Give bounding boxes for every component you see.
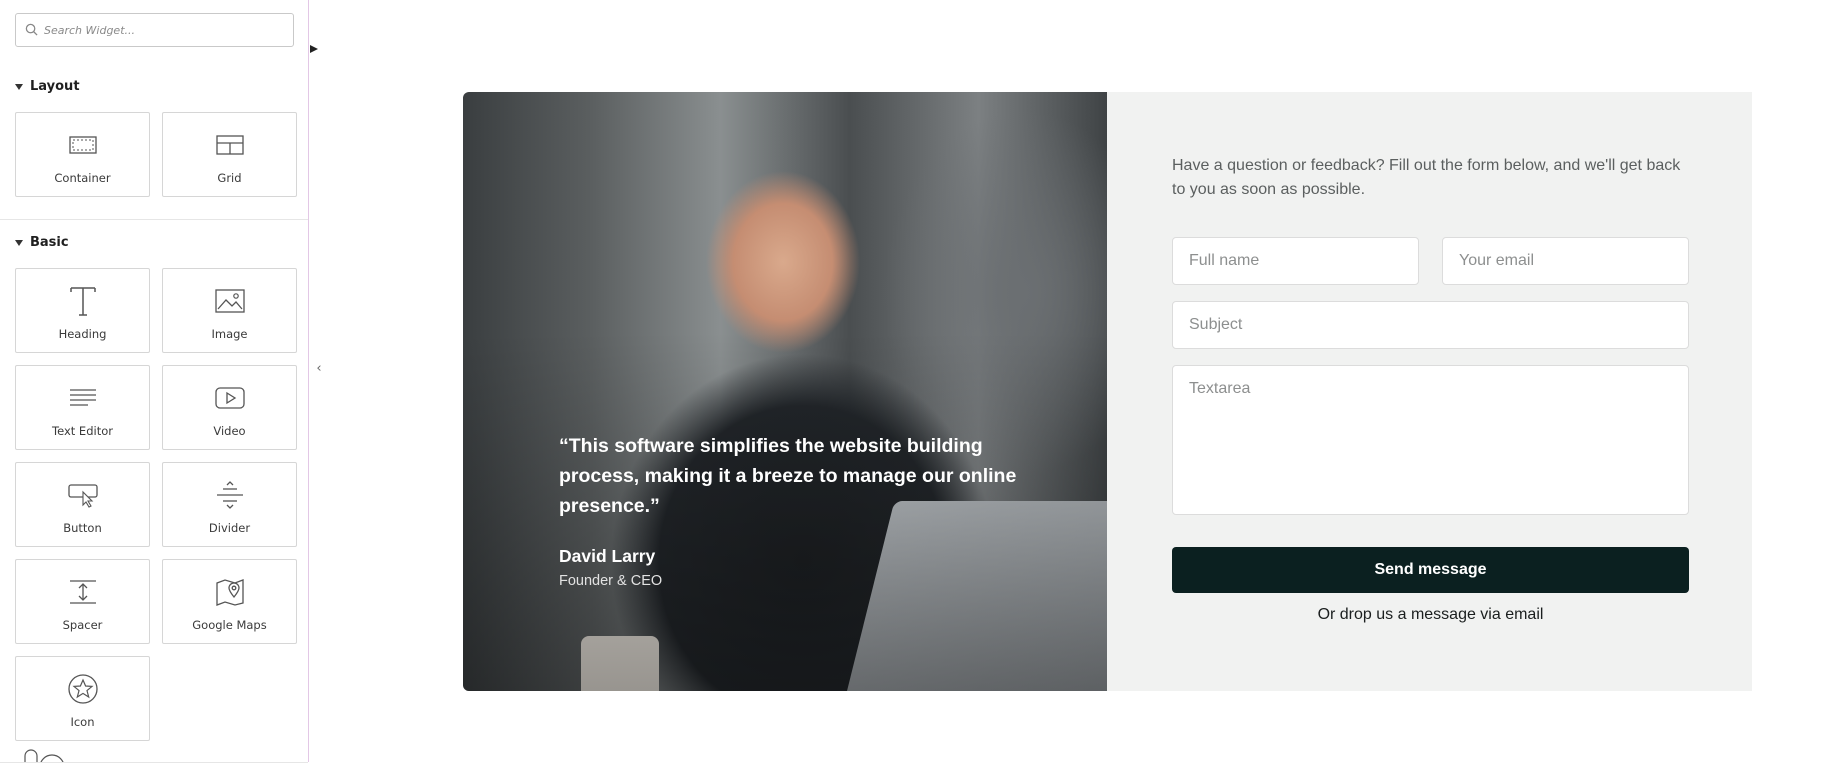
image-icon [214, 283, 245, 319]
chevron-down-icon [15, 239, 23, 246]
widget-label: Text Editor [52, 424, 113, 438]
widget-label: Icon [70, 715, 95, 729]
grid-icon [215, 127, 244, 163]
widget-label: Image [211, 327, 248, 341]
widget-grid[interactable]: Grid [162, 112, 297, 197]
category-basic[interactable]: Basic [15, 235, 69, 250]
video-icon [214, 380, 245, 416]
widget-container[interactable]: Container [15, 112, 150, 197]
widget-video[interactable]: Video [162, 365, 297, 450]
testimonial-role: Founder & CEO [559, 573, 663, 589]
divider-icon [215, 477, 245, 513]
widget-button[interactable]: Button [15, 462, 150, 547]
search-widget-input[interactable] [44, 23, 284, 37]
category-basic-label: Basic [30, 235, 69, 250]
category-layout[interactable]: Layout [15, 79, 80, 94]
widget-label: Container [54, 171, 111, 185]
google-maps-icon [215, 574, 245, 610]
widget-text-editor[interactable]: Text Editor [15, 365, 150, 450]
widget-label: Divider [208, 521, 251, 535]
testimonial-photo: “This software simplifies the website bu… [463, 92, 1107, 691]
form-intro-text: Have a question or feedback? Fill out th… [1172, 157, 1681, 198]
widget-label: Spacer [62, 618, 103, 632]
widget-label: Video [213, 424, 246, 438]
text-editor-icon [68, 380, 98, 416]
search-icon [25, 21, 38, 40]
widget-spacer[interactable]: Spacer [15, 559, 150, 644]
subject-input[interactable]: Subject [1172, 301, 1689, 349]
widget-label: Heading [58, 327, 107, 341]
chevron-left-icon: ‹ [316, 360, 322, 376]
widget-label: Google Maps [192, 618, 267, 632]
container-icon [68, 127, 97, 163]
email-link[interactable]: Or drop us a message via email [1172, 606, 1689, 624]
widget-sidebar: Layout Container Grid Basic Heading Imag… [0, 0, 309, 766]
message-textarea[interactable]: Textarea [1172, 365, 1689, 515]
button-icon [67, 477, 98, 513]
widget-google-maps[interactable]: Google Maps [162, 559, 297, 644]
search-widget-field[interactable] [15, 13, 294, 47]
lock-icon [22, 747, 66, 766]
collapse-sidebar-button[interactable]: ‹ [309, 343, 329, 393]
section-divider [0, 762, 308, 763]
send-message-button[interactable]: Send message [1172, 547, 1689, 593]
contact-form: Have a question or feedback? Fill out th… [1107, 92, 1752, 691]
category-layout-label: Layout [30, 79, 80, 94]
testimonial-author: David Larry [559, 546, 656, 566]
widget-divider[interactable]: Divider [162, 462, 297, 547]
heading-icon [68, 283, 98, 319]
widget-heading[interactable]: Heading [15, 268, 150, 353]
testimonial-quote: “This software simplifies the website bu… [559, 435, 1017, 517]
full-name-input[interactable]: Full name [1172, 237, 1419, 285]
widget-image[interactable]: Image [162, 268, 297, 353]
widget-icon[interactable]: Icon [15, 656, 150, 741]
chevron-down-icon [15, 83, 23, 90]
star-icon [67, 671, 99, 707]
pointer-arrow-icon [310, 45, 318, 53]
section-divider [0, 219, 308, 220]
contact-section: “This software simplifies the website bu… [463, 92, 1752, 691]
photo-overlay [463, 92, 1107, 691]
widget-label: Button [63, 521, 102, 535]
email-input[interactable]: Your email [1442, 237, 1689, 285]
widget-label: Grid [217, 171, 242, 185]
spacer-icon [68, 574, 98, 610]
